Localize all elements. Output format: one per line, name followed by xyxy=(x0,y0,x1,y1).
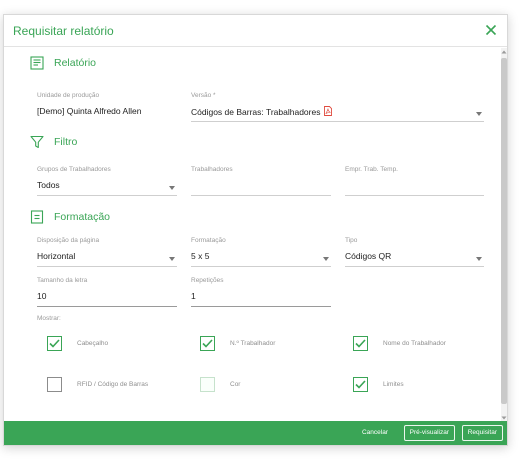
repeticoes-value: 1 xyxy=(191,291,196,301)
repeticoes-label: Repetições xyxy=(191,277,224,284)
formatacao-label: Formatação xyxy=(191,237,226,244)
checkmark-icon xyxy=(49,338,60,348)
trabalhadores-label: Trabalhadores xyxy=(191,166,233,173)
report-icon xyxy=(30,56,44,70)
chevron-down-icon xyxy=(169,186,175,190)
dialog-header: Requisitar relatório xyxy=(4,15,507,47)
close-button[interactable] xyxy=(481,20,501,40)
checkbox-box[interactable] xyxy=(353,376,368,392)
dialog-body[interactable]: Relatório Unidade de produção [Demo] Qui… xyxy=(4,47,501,422)
checkbox-box[interactable] xyxy=(353,335,368,351)
request-button[interactable]: Requisitar xyxy=(461,425,503,441)
document-icon xyxy=(30,210,44,224)
disposicao-value: Horizontal xyxy=(37,251,76,261)
trabalhadores-field[interactable]: Trabalhadores xyxy=(191,166,331,196)
scroll-thumb[interactable] xyxy=(501,58,507,404)
repeticoes-input[interactable]: Repetições 1 xyxy=(191,277,331,307)
pdf-icon xyxy=(324,106,333,116)
section-filtro: Filtro xyxy=(30,135,77,149)
checkbox-label: Limites xyxy=(383,380,404,388)
grupos-value: Todos xyxy=(37,180,60,190)
checkbox-rfid[interactable]: RFID / Código de Barras xyxy=(47,374,148,394)
chevron-down-icon xyxy=(169,257,175,261)
versao-label: Versão * xyxy=(191,92,216,99)
checkbox-cor[interactable]: Cor xyxy=(200,374,240,394)
checkmark-icon xyxy=(355,338,366,348)
checkbox-box[interactable] xyxy=(200,376,215,392)
section-relatorio: Relatório xyxy=(30,56,96,70)
section-relatorio-title: Relatório xyxy=(54,57,97,69)
unidade-label: Unidade de produção xyxy=(37,92,100,99)
dialog-footer: Cancelar Pré-visualizar Requisitar xyxy=(4,421,507,445)
disposicao-label: Disposição da página xyxy=(37,237,100,244)
checkbox-label: RFID / Código de Barras xyxy=(77,380,149,388)
tipo-label: Tipo xyxy=(345,237,358,244)
tamanho-input[interactable]: Tamanho da letra 10 xyxy=(37,277,177,307)
tamanho-label: Tamanho da letra xyxy=(37,277,88,284)
dialog-title: Requisitar relatório xyxy=(13,24,114,38)
checkbox-label: Cabeçalho xyxy=(77,339,109,347)
empr-field[interactable]: Empr. Trab. Temp. xyxy=(345,166,484,196)
checkbox-label: Cor xyxy=(230,380,241,388)
checkbox-nome-trabalhador[interactable]: Nome do Trabalhador xyxy=(353,333,446,353)
tipo-value: Códigos QR xyxy=(345,251,392,261)
checkbox-label: N.º Trabalhador xyxy=(230,339,276,347)
filter-icon xyxy=(30,135,44,149)
scroll-up-icon[interactable] xyxy=(501,48,507,56)
close-icon xyxy=(485,24,497,36)
vertical-scrollbar[interactable] xyxy=(501,48,507,422)
preview-button[interactable]: Pré-visualizar xyxy=(403,425,455,441)
request-report-dialog: Requisitar relatório Relatório Unidade d… xyxy=(3,14,508,446)
chevron-down-icon xyxy=(476,112,482,116)
grupos-label: Grupos de Trabalhadores xyxy=(37,166,111,173)
chevron-down-icon xyxy=(476,257,482,261)
checkbox-label: Nome do Trabalhador xyxy=(383,339,446,347)
section-formatacao: Formatação xyxy=(30,210,110,224)
versao-value: Códigos de Barras: Trabalhadores xyxy=(191,107,321,117)
tamanho-value: 10 xyxy=(37,291,47,301)
cancel-button[interactable]: Cancelar xyxy=(357,425,393,441)
checkbox-box[interactable] xyxy=(47,335,62,351)
checkbox-box[interactable] xyxy=(47,376,62,392)
formatacao-value: 5 x 5 xyxy=(191,251,210,261)
checkmark-icon xyxy=(202,338,213,348)
section-formatacao-title: Formatação xyxy=(54,211,111,223)
checkbox-cabecalho[interactable]: Cabeçalho xyxy=(47,333,108,353)
disposicao-select[interactable]: Disposição da página Horizontal xyxy=(37,237,177,267)
mostrar-label: Mostrar: xyxy=(37,315,61,322)
section-filtro-title: Filtro xyxy=(54,136,78,148)
tipo-select[interactable]: Tipo Códigos QR xyxy=(345,237,484,267)
versao-select[interactable]: Versão * Códigos de Barras: Trabalhadore… xyxy=(191,92,484,122)
checkbox-limites[interactable]: Limites xyxy=(353,374,404,394)
checkmark-icon xyxy=(355,379,366,389)
checkbox-n-trabalhador[interactable]: N.º Trabalhador xyxy=(200,333,275,353)
chevron-down-icon xyxy=(323,257,329,261)
unidade-value: [Demo] Quinta Alfredo Allen xyxy=(37,106,142,116)
unidade-field[interactable]: Unidade de produção [Demo] Quinta Alfred… xyxy=(37,92,177,122)
formatacao-select[interactable]: Formatação 5 x 5 xyxy=(191,237,331,267)
checkbox-box[interactable] xyxy=(200,335,215,351)
grupos-select[interactable]: Grupos de Trabalhadores Todos xyxy=(37,166,177,196)
empr-label: Empr. Trab. Temp. xyxy=(345,166,398,173)
